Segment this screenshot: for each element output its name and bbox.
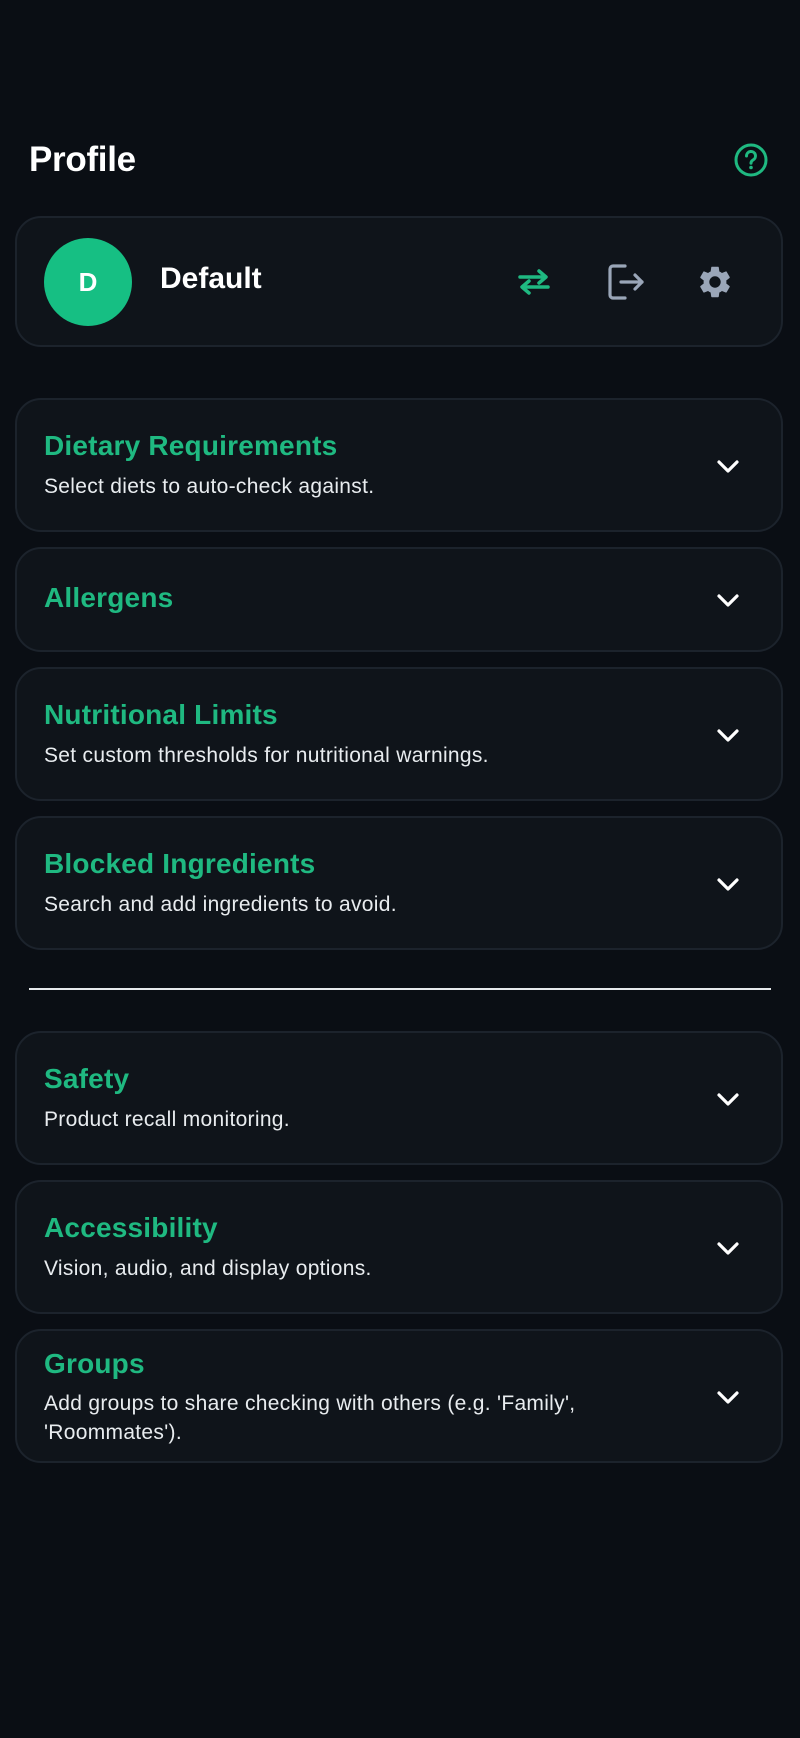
chevron-down-icon[interactable]: [713, 1383, 743, 1413]
avatar[interactable]: D: [44, 238, 132, 326]
logout-icon[interactable]: [601, 256, 653, 308]
chevron-down-icon[interactable]: [713, 870, 743, 900]
help-icon[interactable]: [731, 140, 771, 180]
divider: [29, 988, 771, 990]
switch-profile-icon[interactable]: [508, 256, 560, 308]
section-allergens[interactable]: Allergens: [15, 547, 783, 652]
profile-name: Default: [160, 262, 262, 295]
section-subtitle: Product recall monitoring.: [44, 1108, 290, 1131]
section-title: Groups: [44, 1348, 145, 1379]
section-groups[interactable]: Groups Add groups to share checking with…: [15, 1329, 783, 1463]
section-blocked-ingredients[interactable]: Blocked Ingredients Search and add ingre…: [15, 816, 783, 950]
section-subtitle: Set custom thresholds for nutritional wa…: [44, 744, 489, 767]
chevron-down-icon[interactable]: [713, 1085, 743, 1115]
section-safety[interactable]: Safety Product recall monitoring.: [15, 1031, 783, 1165]
chevron-down-icon[interactable]: [713, 1234, 743, 1264]
section-subtitle: Add groups to share checking with others…: [44, 1392, 576, 1444]
section-title: Safety: [44, 1063, 130, 1094]
profile-card: D Default: [15, 216, 783, 347]
section-title: Blocked Ingredients: [44, 848, 316, 879]
profile-page: Profile D Default Dietary Requirements S…: [0, 0, 800, 1738]
section-subtitle: Search and add ingredients to avoid.: [44, 893, 397, 916]
section-title: Nutritional Limits: [44, 699, 278, 730]
section-title: Allergens: [44, 582, 174, 613]
settings-gear-icon[interactable]: [689, 256, 741, 308]
section-nutritional-limits[interactable]: Nutritional Limits Set custom thresholds…: [15, 667, 783, 801]
section-title: Dietary Requirements: [44, 430, 338, 461]
section-dietary-requirements[interactable]: Dietary Requirements Select diets to aut…: [15, 398, 783, 532]
page-title: Profile: [29, 140, 136, 179]
header: Profile: [29, 132, 771, 188]
chevron-down-icon[interactable]: [713, 452, 743, 482]
section-subtitle: Select diets to auto-check against.: [44, 475, 375, 498]
section-accessibility[interactable]: Accessibility Vision, audio, and display…: [15, 1180, 783, 1314]
chevron-down-icon[interactable]: [713, 721, 743, 751]
chevron-down-icon[interactable]: [713, 586, 743, 616]
section-title: Accessibility: [44, 1212, 218, 1243]
section-subtitle: Vision, audio, and display options.: [44, 1257, 372, 1280]
